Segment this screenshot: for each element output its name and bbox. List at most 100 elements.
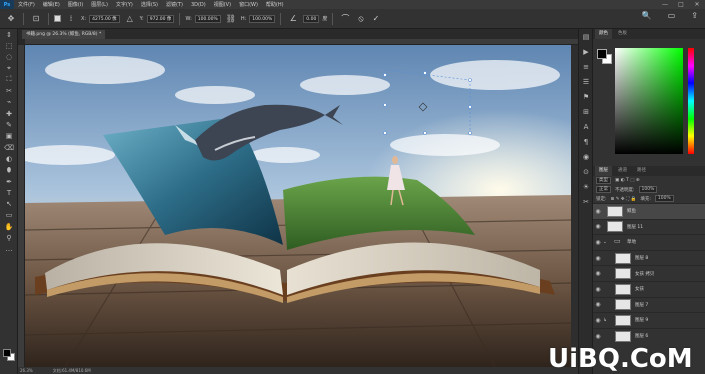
tool-presets-icon[interactable]: ✂ xyxy=(579,194,593,209)
zoom-level[interactable]: 26.3% xyxy=(20,368,33,373)
menu-type[interactable]: 文字(Y) xyxy=(112,1,137,8)
document-tab[interactable]: 书籍.png @ 26.3% (鲸鱼, RGB/8) * xyxy=(22,30,106,39)
menu-select[interactable]: 选择(S) xyxy=(137,1,162,8)
layer-row[interactable]: ◉ 女孩 拷贝 xyxy=(593,265,705,281)
foreground-color-swatch[interactable] xyxy=(3,349,11,357)
healing-brush-tool-icon[interactable]: ✚ xyxy=(0,108,18,119)
brush-tool-icon[interactable]: ✎ xyxy=(0,119,18,130)
info-icon[interactable]: ☀ xyxy=(579,179,593,194)
adjustments-icon[interactable]: ⚑ xyxy=(579,89,593,104)
shape-tool-icon[interactable]: ▭ xyxy=(0,210,18,221)
commit-transform-icon[interactable]: ✓ xyxy=(370,14,383,23)
navigator-icon[interactable]: ⊙ xyxy=(579,164,593,179)
reference-point-icon[interactable]: ⊡ xyxy=(29,12,43,26)
minimize-button[interactable]: — xyxy=(661,1,669,9)
eraser-tool-icon[interactable]: ⌫ xyxy=(0,142,18,153)
zoom-tool-icon[interactable]: ⚲ xyxy=(0,232,18,243)
height-input[interactable]: 100.00% xyxy=(249,14,276,23)
width-input[interactable]: 100.00% xyxy=(194,14,221,23)
menu-3d[interactable]: 3D(D) xyxy=(187,2,210,8)
visibility-eye-icon[interactable]: ◉ xyxy=(593,333,603,340)
paragraph-icon[interactable]: ¶ xyxy=(579,134,593,149)
dodge-tool-icon[interactable]: ⬮ xyxy=(0,165,18,176)
link-icon[interactable]: ⛓ xyxy=(224,12,238,26)
menu-view[interactable]: 视图(V) xyxy=(210,1,235,8)
marquee-tool-icon[interactable]: ⬚ xyxy=(0,40,18,51)
hand-tool-icon[interactable]: ✋ xyxy=(0,221,18,232)
styles-icon[interactable]: ⊞ xyxy=(579,104,593,119)
menu-layer[interactable]: 图层(L) xyxy=(87,1,112,8)
layer-row[interactable]: ◉ 图层 11 xyxy=(593,218,705,235)
close-button[interactable]: ✕ xyxy=(693,1,701,9)
character-icon[interactable]: A xyxy=(579,119,593,134)
collapse-toolbar-icon[interactable]: ⇕ xyxy=(0,29,18,40)
visibility-eye-icon[interactable]: ◉ xyxy=(593,270,603,277)
expand-chevron-icon[interactable]: ⌄ xyxy=(603,240,611,245)
relative-position-icon[interactable]: △ xyxy=(123,12,137,26)
reference-point-checkbox[interactable] xyxy=(54,15,61,22)
blend-mode-select[interactable]: 正常 xyxy=(596,186,611,193)
cancel-transform-icon[interactable]: ⦸ xyxy=(355,14,366,24)
reference-point-grid-icon[interactable]: ⁞ xyxy=(64,12,78,26)
eyedropper-tool-icon[interactable]: ⌁ xyxy=(0,97,18,108)
lasso-tool-icon[interactable]: ◌ xyxy=(0,52,18,63)
libraries-icon[interactable]: ☰ xyxy=(579,74,593,89)
layer-row[interactable]: ◉ 鲸鱼 xyxy=(593,203,705,219)
menu-edit[interactable]: 编辑(E) xyxy=(39,1,64,8)
document-canvas[interactable] xyxy=(15,45,572,368)
tab-layers[interactable]: 图层 xyxy=(595,166,612,176)
color-field[interactable] xyxy=(615,48,683,154)
tab-paths[interactable]: 路径 xyxy=(633,166,650,176)
search-icon[interactable]: 🔍 xyxy=(639,11,655,20)
layer-group-row[interactable]: ◉ ⌄ ▭ 草地 xyxy=(593,234,705,250)
path-select-tool-icon[interactable]: ↖ xyxy=(0,198,18,209)
lock-icons[interactable]: ⊞ ✎ ✥ ⛶ 🔒 xyxy=(611,196,637,202)
more-tools-icon[interactable]: … xyxy=(0,244,18,255)
filter-icons[interactable]: ▣ ◐ T ⬚ ⊕ xyxy=(615,178,640,183)
opacity-input[interactable]: 100% xyxy=(638,186,658,193)
menu-help[interactable]: 帮助(H) xyxy=(262,1,288,8)
history-icon[interactable]: ▤ xyxy=(579,29,593,44)
warp-icon[interactable]: ⌒ xyxy=(338,13,352,24)
actions-icon[interactable]: ▶ xyxy=(579,44,593,59)
brushes-icon[interactable]: ◉ xyxy=(579,149,593,164)
maximize-button[interactable]: □ xyxy=(677,1,685,9)
tab-color[interactable]: 颜色 xyxy=(595,29,612,39)
menu-filter[interactable]: 滤镜(T) xyxy=(162,1,187,8)
visibility-eye-icon[interactable]: ◉ xyxy=(593,239,603,246)
visibility-eye-icon[interactable]: ◉ xyxy=(593,286,603,293)
properties-icon[interactable]: ≡ xyxy=(579,59,593,74)
layer-row[interactable]: ◉ ↳ 图层 9 xyxy=(593,312,705,328)
visibility-eye-icon[interactable]: ◉ xyxy=(593,255,603,262)
vertical-scrollbar[interactable] xyxy=(571,45,578,367)
workspace-icon[interactable]: ▭ xyxy=(665,11,679,20)
type-tool-icon[interactable]: T xyxy=(0,187,18,198)
angle-input[interactable]: 0.00 xyxy=(303,14,320,23)
layer-row[interactable]: ◉ 图层 8 xyxy=(593,249,705,266)
layer-row[interactable]: ◉ 女孩 xyxy=(593,280,705,297)
visibility-eye-icon[interactable]: ◉ xyxy=(593,301,603,308)
tab-swatches[interactable]: 色板 xyxy=(614,29,631,39)
menu-image[interactable]: 图像(I) xyxy=(64,1,87,8)
visibility-eye-icon[interactable]: ◉ xyxy=(593,223,603,230)
x-position-input[interactable]: 4275.00 像 xyxy=(89,14,120,23)
layer-row[interactable]: ◉ 图层 6 xyxy=(593,327,705,344)
share-icon[interactable]: ⇪ xyxy=(688,11,701,20)
quick-select-tool-icon[interactable]: ⌖ xyxy=(0,63,18,74)
vertical-ruler[interactable] xyxy=(18,45,25,367)
crop-tool-icon[interactable]: ⛶ xyxy=(0,74,18,85)
clone-stamp-tool-icon[interactable]: ▣ xyxy=(0,131,18,142)
fill-input[interactable]: 100% xyxy=(654,195,674,202)
tab-channels[interactable]: 通道 xyxy=(614,166,631,176)
hue-slider[interactable] xyxy=(688,48,694,154)
pen-tool-icon[interactable]: ✒ xyxy=(0,176,18,187)
layer-kind-select[interactable]: 类型 xyxy=(596,177,611,184)
move-tool-icon[interactable]: ✥ xyxy=(4,12,18,26)
visibility-eye-icon[interactable]: ◉ xyxy=(593,317,603,324)
menu-file[interactable]: 文件(F) xyxy=(14,1,39,8)
menu-window[interactable]: 窗口(W) xyxy=(235,1,262,8)
gradient-tool-icon[interactable]: ◐ xyxy=(0,153,18,164)
layer-row[interactable]: ◉ 图层 7 xyxy=(593,296,705,313)
y-position-input[interactable]: 972.00 像 xyxy=(146,14,175,23)
slice-tool-icon[interactable]: ✂ xyxy=(0,85,18,96)
